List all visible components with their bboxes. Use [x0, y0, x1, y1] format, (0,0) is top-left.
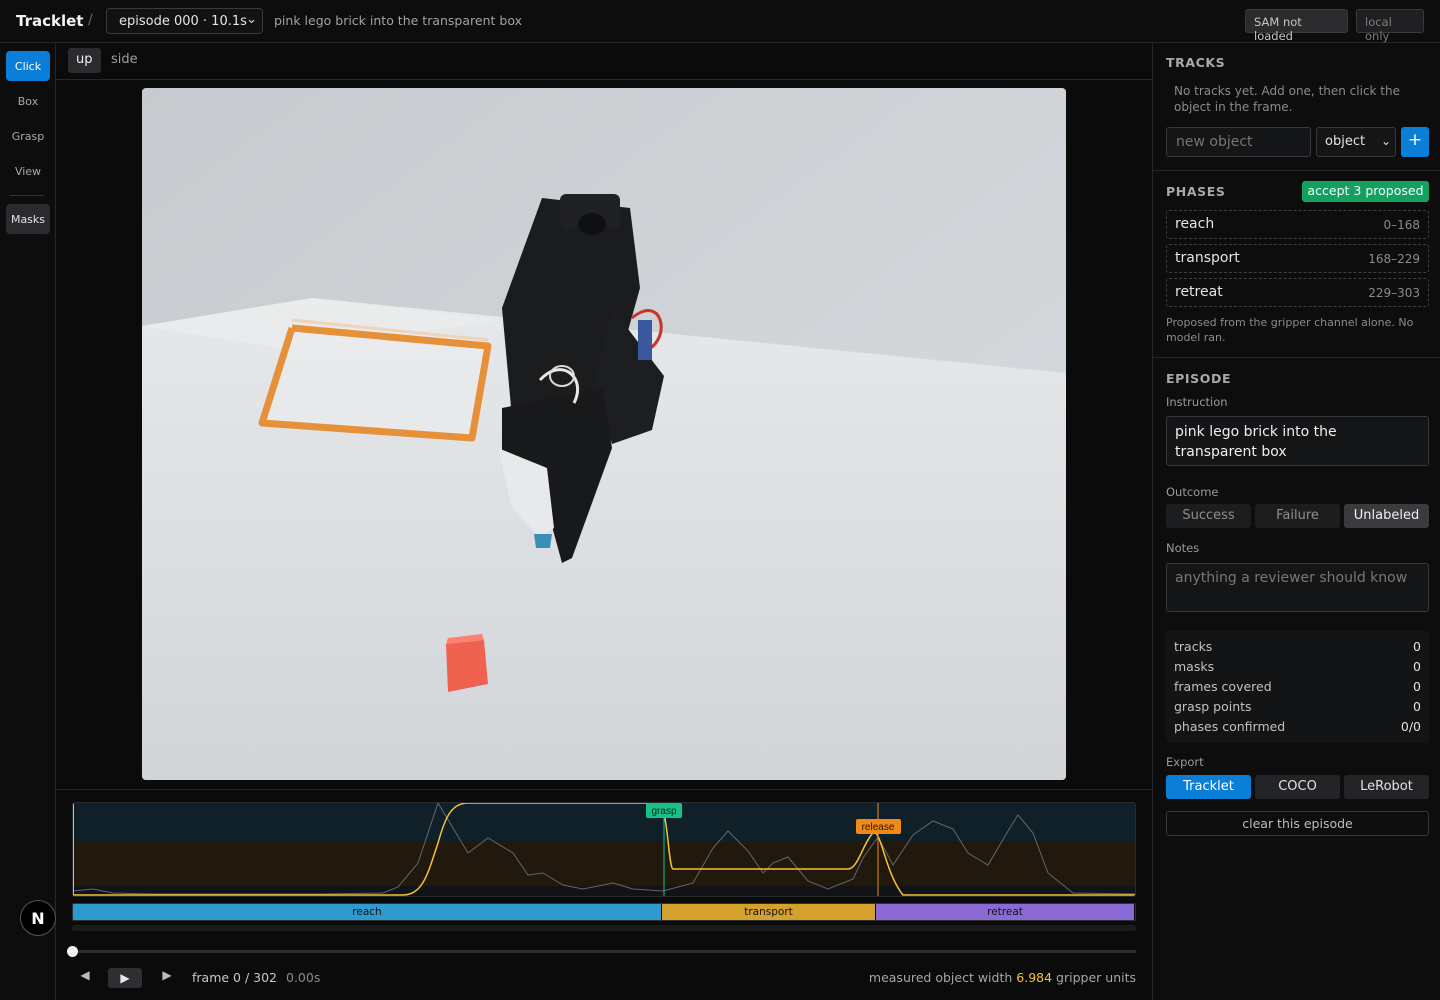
- inspector-panel: TRACKS No tracks yet. Add one, then clic…: [1152, 43, 1440, 1000]
- instruction-label: Instruction: [1166, 395, 1228, 409]
- phases-note: Proposed from the gripper channel alone.…: [1166, 316, 1414, 344]
- object-width-value: 6.984: [1016, 970, 1053, 985]
- phase-item-transport[interactable]: transport 168–229: [1166, 244, 1429, 273]
- object-width-prefix: measured object width: [868, 970, 1013, 985]
- tool-view-button[interactable]: View: [6, 156, 50, 186]
- tracks-title: TRACKS: [1166, 55, 1226, 70]
- outcome-failure-button[interactable]: Failure: [1255, 504, 1340, 528]
- top-bar: Tracklet / episode 000 · 10.1s ⌄ pink le…: [0, 0, 1440, 43]
- phase-item-reach[interactable]: reach 0–168: [1166, 210, 1429, 239]
- tool-grasp-button[interactable]: Grasp: [6, 121, 50, 151]
- phase-name: transport: [1175, 250, 1240, 266]
- phase-segment-reach[interactable]: reach: [73, 904, 661, 920]
- outcome-unlabeled-button[interactable]: Unlabeled: [1344, 504, 1429, 528]
- notes-label: Notes: [1166, 541, 1200, 555]
- local-only-badge: local only: [1356, 9, 1424, 43]
- stat-row: phases confirmed 0/0: [1174, 719, 1421, 737]
- phase-bar[interactable]: reach transport retreat: [72, 903, 1136, 921]
- accept-proposed-button[interactable]: accept 3 proposed: [1302, 181, 1429, 202]
- phase-range: 229–303: [1368, 286, 1420, 300]
- rail-divider: [10, 195, 44, 196]
- phase-segment-retreat[interactable]: retreat: [876, 904, 1134, 920]
- tool-masks-button[interactable]: Masks: [6, 204, 50, 234]
- phase-name: reach: [1175, 216, 1215, 232]
- stat-value: 0/0: [1400, 719, 1421, 734]
- section-divider: [1153, 170, 1440, 171]
- notes-field[interactable]: anything a reviewer should know: [1166, 563, 1429, 612]
- scrubber-handle[interactable]: [67, 946, 78, 957]
- instruction-field[interactable]: pink lego brick into the transparent box: [1166, 416, 1429, 466]
- robot-scene-image: [142, 88, 1066, 780]
- release-marker[interactable]: release: [856, 819, 901, 834]
- clear-episode-button[interactable]: clear this episode: [1166, 811, 1429, 836]
- chevron-down-icon: ⌄: [1380, 134, 1391, 148]
- phase-segment-transport[interactable]: transport: [662, 904, 875, 920]
- prev-frame-icon[interactable]: ◀: [76, 968, 94, 988]
- episode-select-value: episode 000 · 10.1s: [119, 14, 247, 29]
- export-tracklet-button[interactable]: Tracklet: [1166, 775, 1251, 799]
- phase-name: retreat: [1175, 284, 1223, 300]
- export-lerobot-button[interactable]: LeRobot: [1344, 775, 1429, 799]
- stat-value: 0: [1413, 659, 1421, 674]
- tab-side[interactable]: side: [103, 48, 146, 73]
- new-object-input[interactable]: new object: [1166, 127, 1311, 157]
- outcome-success-button[interactable]: Success: [1166, 504, 1251, 528]
- stat-key: frames covered: [1174, 679, 1272, 694]
- stat-value: 0: [1413, 679, 1421, 694]
- chevron-down-icon: ⌄: [246, 12, 257, 27]
- app-title: Tracklet: [16, 12, 84, 30]
- episode-title: EPISODE: [1166, 371, 1232, 386]
- object-type-value: object: [1325, 134, 1366, 149]
- tracks-empty-text: No tracks yet. Add one, then click the o…: [1174, 84, 1400, 114]
- export-label: Export: [1166, 755, 1204, 769]
- stat-row: grasp points 0: [1174, 699, 1421, 717]
- time-counter: 0.00s: [286, 970, 321, 985]
- outcome-label: Outcome: [1166, 485, 1219, 499]
- phase-range: 168–229: [1368, 252, 1420, 266]
- stat-row: frames covered 0: [1174, 679, 1421, 697]
- next-frame-icon[interactable]: ▶: [158, 968, 176, 988]
- segment-track: [72, 925, 1136, 931]
- tool-box-button[interactable]: Box: [6, 86, 50, 116]
- stat-value: 0: [1413, 699, 1421, 714]
- episode-select[interactable]: episode 000 · 10.1s ⌄: [106, 8, 263, 34]
- play-button[interactable]: ▶: [108, 968, 142, 988]
- tool-click-button[interactable]: Click: [6, 51, 50, 81]
- stat-key: phases confirmed: [1174, 719, 1286, 734]
- stat-key: masks: [1174, 659, 1215, 674]
- export-coco-button[interactable]: COCO: [1255, 775, 1340, 799]
- n-logo-icon[interactable]: N: [20, 900, 56, 936]
- add-track-button[interactable]: +: [1401, 127, 1429, 157]
- object-width-readout: measured object width 6.984 gripper unit…: [869, 970, 1136, 985]
- stat-value: 0: [1413, 639, 1421, 654]
- grasp-marker[interactable]: grasp: [646, 803, 682, 818]
- scrubber-track[interactable]: [72, 950, 1136, 953]
- stat-row: masks 0: [1174, 659, 1421, 677]
- play-icon: ▶: [120, 971, 130, 985]
- stat-key: tracks: [1174, 639, 1213, 654]
- object-type-select[interactable]: object ⌄: [1316, 127, 1396, 157]
- grasp-marker-label: grasp: [651, 806, 676, 817]
- gripper-signal-plot: grasp release: [73, 803, 1135, 896]
- phase-item-retreat[interactable]: retreat 229–303: [1166, 278, 1429, 307]
- phases-title: PHASES: [1166, 184, 1226, 199]
- gripper-signal-chart[interactable]: grasp release: [72, 802, 1136, 897]
- episode-stats: tracks 0 masks 0 frames covered 0 grasp …: [1166, 631, 1429, 743]
- section-divider: [1153, 357, 1440, 358]
- episode-instruction-title: pink lego brick into the transparent box: [274, 13, 522, 28]
- stat-key: grasp points: [1174, 699, 1252, 714]
- tab-up[interactable]: up: [68, 48, 101, 73]
- video-frame[interactable]: [142, 88, 1066, 780]
- release-marker-label: release: [862, 822, 895, 833]
- stat-row: tracks 0: [1174, 639, 1421, 657]
- breadcrumb-separator: /: [88, 12, 93, 28]
- camera-view-tabs: up side: [56, 43, 1152, 80]
- tool-rail: Click Box Grasp View Masks: [0, 43, 56, 1000]
- frame-counter: frame 0 / 302: [192, 970, 278, 985]
- sam-status-badge: SAM not loaded: [1245, 9, 1348, 43]
- phase-range: 0–168: [1383, 218, 1420, 232]
- object-width-suffix: gripper units: [1056, 970, 1136, 985]
